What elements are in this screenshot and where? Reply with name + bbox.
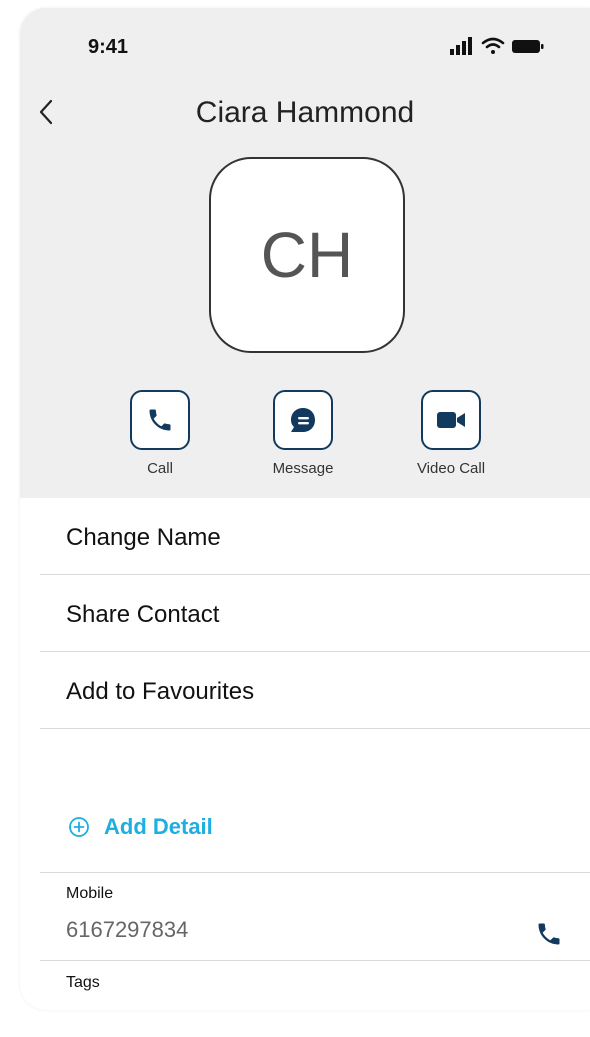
contact-detail-screen: 9:41 Ciara Hammond CH Call Message Video… [20,8,590,1010]
add-detail-label: Add Detail [104,814,213,839]
status-icons [450,37,544,55]
phone-icon [149,409,171,431]
message-action[interactable]: Message [243,390,363,477]
contact-header: 9:41 Ciara Hammond CH Call Message Video… [20,8,590,498]
mobile-field-value[interactable]: 6167297834 [66,917,188,943]
call-button[interactable] [130,390,190,450]
status-time: 9:41 [88,36,129,58]
video-camera-icon [437,412,465,428]
menu-item-label: Change Name [66,524,221,551]
battery-icon [512,40,544,53]
menu-item-label: Share Contact [66,601,220,628]
divider [40,872,590,873]
phone-call-icon[interactable] [535,920,563,948]
menu-item-add-to-favourites[interactable]: Add to Favourites [40,652,590,729]
video-call-label: Video Call [416,460,486,477]
message-label: Message [272,460,334,477]
menu-item-change-name[interactable]: Change Name [40,498,590,575]
menu-item-share-contact[interactable]: Share Contact [40,575,590,652]
wifi-icon [481,37,505,54]
video-call-button[interactable] [421,390,481,450]
menu-item-label: Add to Favourites [66,678,255,705]
call-label: Call [147,460,173,477]
call-action[interactable]: Call [100,390,220,477]
avatar: CH [209,157,405,353]
avatar-initials: CH [260,219,354,291]
tags-field-label[interactable]: Tags [66,974,100,992]
divider [40,960,590,961]
contact-name-title: Ciara Hammond [195,96,415,129]
message-button[interactable] [273,390,333,450]
add-detail-button[interactable]: Add Detail [68,814,213,840]
signal-icon [450,37,472,55]
plus-circle-icon [69,817,89,837]
message-icon [291,408,315,432]
video-call-action[interactable]: Video Call [391,390,511,477]
mobile-field-label: Mobile [66,885,114,902]
